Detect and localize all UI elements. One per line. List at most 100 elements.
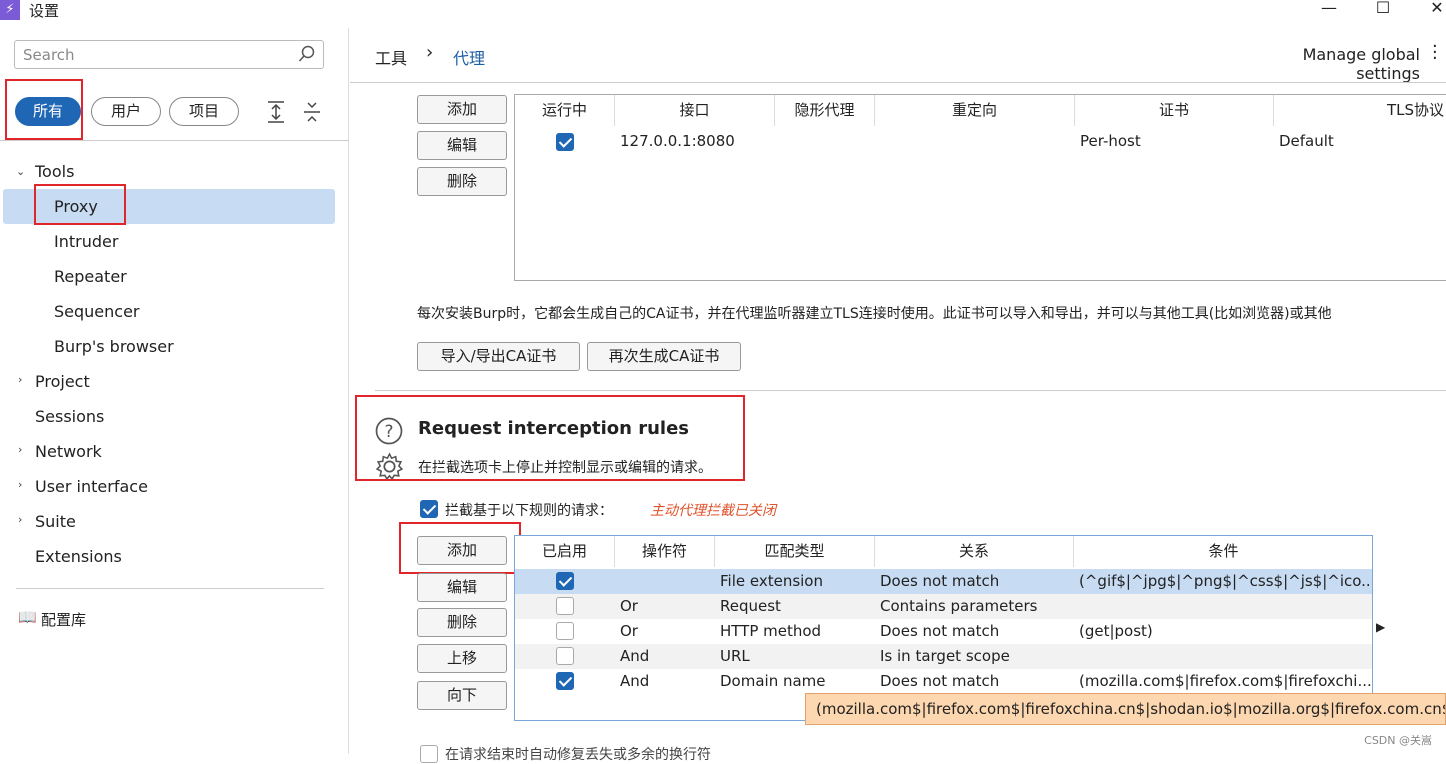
rule-condition: (mozilla.com$|firefox.com$|firefoxchi... — [1079, 672, 1371, 690]
more-options-icon[interactable]: · · · — [1432, 38, 1438, 68]
search-input[interactable] — [15, 41, 295, 68]
tree-item-repeater[interactable]: Repeater — [54, 259, 127, 294]
rule-up-button[interactable]: 上移 — [417, 644, 507, 673]
chevron-down-icon[interactable]: ⌄ — [16, 165, 25, 178]
regenerate-ca-button[interactable]: 再次生成CA证书 — [587, 342, 741, 371]
rule-add-button[interactable]: 添加 — [417, 536, 507, 565]
window-title: 设置 — [29, 2, 60, 20]
breadcrumb-proxy: 代理 — [453, 49, 486, 68]
enabled-checkbox[interactable] — [556, 622, 574, 640]
breadcrumb-separator-icon: › — [426, 42, 434, 63]
tree-item-sequencer[interactable]: Sequencer — [54, 294, 140, 329]
enabled-checkbox[interactable] — [556, 672, 574, 690]
rule-down-button[interactable]: 向下 — [417, 681, 507, 710]
column-header[interactable]: 隐形代理 — [775, 95, 875, 126]
tree-item-project[interactable]: Project — [35, 364, 90, 399]
listener-table: 运行中 接口 隐形代理 重定向 证书 TLS协议 127.0.0.1:8080 … — [514, 94, 1446, 281]
tree-item-sessions[interactable]: Sessions — [35, 399, 104, 434]
tree-item-proxy[interactable]: Proxy — [54, 189, 98, 224]
rule-match-type: HTTP method — [720, 622, 822, 640]
rule-match-type: Request — [720, 597, 781, 615]
expand-all-icon[interactable] — [266, 100, 286, 124]
config-library-link[interactable]: 配置库 — [41, 609, 86, 630]
rule-match-type: File extension — [720, 572, 823, 590]
column-header[interactable]: TLS协议 — [1274, 95, 1446, 126]
table-row[interactable]: File extension Does not match (^gif$|^jp… — [515, 569, 1372, 594]
rule-relationship: Does not match — [880, 672, 1000, 690]
column-header[interactable]: 接口 — [615, 95, 775, 126]
app-logo-icon: ⚡ — [0, 0, 20, 20]
rule-operator: Or — [620, 597, 638, 615]
column-header[interactable]: 条件 — [1074, 536, 1372, 567]
listener-add-button[interactable]: 添加 — [417, 95, 507, 124]
table-row[interactable]: And Domain name Does not match (mozilla.… — [515, 669, 1372, 694]
chevron-right-icon[interactable]: › — [18, 373, 22, 386]
manage-global-settings-link[interactable]: Manage global settings — [1240, 45, 1420, 83]
maximize-icon[interactable]: ☐ — [1368, 0, 1398, 20]
listener-cert: Per-host — [1080, 132, 1141, 150]
rule-relationship: Is in target scope — [880, 647, 1010, 665]
title-bar: ⚡ 设置 — ☐ ✕ — [0, 0, 1446, 22]
enabled-checkbox[interactable] — [556, 572, 574, 590]
main-panel: 工具 › 代理 Manage global settings · · · 添加 编辑… — [350, 28, 1446, 763]
rule-match-type: URL — [720, 647, 750, 665]
rule-operator: And — [620, 647, 650, 665]
tree-selection — [3, 189, 335, 224]
listener-interface: 127.0.0.1:8080 — [620, 132, 735, 150]
tree-item-user-interface[interactable]: User interface — [35, 469, 148, 504]
column-header[interactable]: 关系 — [875, 536, 1074, 567]
column-header[interactable]: 操作符 — [615, 536, 715, 567]
gear-icon[interactable] — [375, 452, 404, 481]
rule-operator: Or — [620, 622, 638, 640]
rule-remove-button[interactable]: 删除 — [417, 608, 507, 637]
listener-edit-button[interactable]: 编辑 — [417, 131, 507, 160]
help-icon[interactable]: ? — [375, 417, 403, 445]
breadcrumb-tools[interactable]: 工具 — [375, 45, 407, 69]
column-header[interactable]: 运行中 — [515, 95, 615, 126]
intercept-rules-checkbox[interactable] — [420, 500, 438, 518]
chevron-right-icon[interactable]: › — [18, 513, 22, 526]
filter-user-button[interactable]: 用户 — [91, 97, 161, 126]
condition-tooltip: (mozilla.com$|firefox.com$|firefoxchina.… — [805, 693, 1446, 725]
tree-item-intruder[interactable]: Intruder — [54, 224, 118, 259]
table-row[interactable]: Or Request Contains parameters — [515, 594, 1372, 619]
filter-all-button[interactable]: 所有 — [15, 97, 81, 126]
interception-title: Request interception rules — [418, 418, 690, 439]
running-checkbox[interactable] — [556, 133, 574, 151]
interception-description: 在拦截选项卡上停止并控制显示或编辑的请求。 — [418, 460, 712, 476]
tree-item-suite[interactable]: Suite — [35, 504, 76, 539]
rule-condition: (get|post) — [1079, 622, 1153, 640]
svg-text:?: ? — [384, 422, 393, 442]
listener-remove-button[interactable]: 删除 — [417, 167, 507, 196]
column-header[interactable]: 重定向 — [875, 95, 1075, 126]
auto-fix-label: 在请求结束时自动修复丢失或多余的换行符 — [445, 747, 711, 763]
close-icon[interactable]: ✕ — [1422, 0, 1446, 20]
chevron-right-icon[interactable]: › — [18, 478, 22, 491]
table-row[interactable]: Or HTTP method Does not match (get|post) — [515, 619, 1372, 644]
tree-item-network[interactable]: Network — [35, 434, 102, 469]
tree-item-burp-browser[interactable]: Burp's browser — [54, 329, 174, 364]
enabled-checkbox[interactable] — [556, 597, 574, 615]
auto-fix-checkbox[interactable] — [420, 745, 438, 763]
listener-tls: Default — [1279, 132, 1334, 150]
intercept-status: 主动代理拦截已关闭 — [650, 503, 776, 519]
rule-match-type: Domain name — [720, 672, 826, 690]
rule-edit-button[interactable]: 编辑 — [417, 573, 507, 602]
chevron-right-icon[interactable]: › — [18, 443, 22, 456]
column-header[interactable]: 匹配类型 — [715, 536, 875, 567]
tree-item-tools[interactable]: Tools — [35, 154, 74, 189]
import-export-ca-button[interactable]: 导入/导出CA证书 — [417, 342, 580, 371]
enabled-checkbox[interactable] — [556, 647, 574, 665]
collapse-all-icon[interactable] — [302, 100, 322, 124]
intercept-rules-label: 拦截基于以下规则的请求： — [445, 503, 613, 519]
tree-item-extensions[interactable]: Extensions — [35, 539, 122, 574]
search-box — [14, 40, 324, 69]
column-header[interactable]: 证书 — [1075, 95, 1274, 126]
column-header[interactable]: 已启用 — [515, 536, 615, 567]
rule-relationship: Contains parameters — [880, 597, 1038, 615]
rule-relationship: Does not match — [880, 622, 1000, 640]
filter-project-button[interactable]: 项目 — [169, 97, 239, 126]
minimize-icon[interactable]: — — [1314, 0, 1344, 20]
search-icon[interactable] — [298, 45, 316, 63]
table-row[interactable]: And URL Is in target scope — [515, 644, 1372, 669]
